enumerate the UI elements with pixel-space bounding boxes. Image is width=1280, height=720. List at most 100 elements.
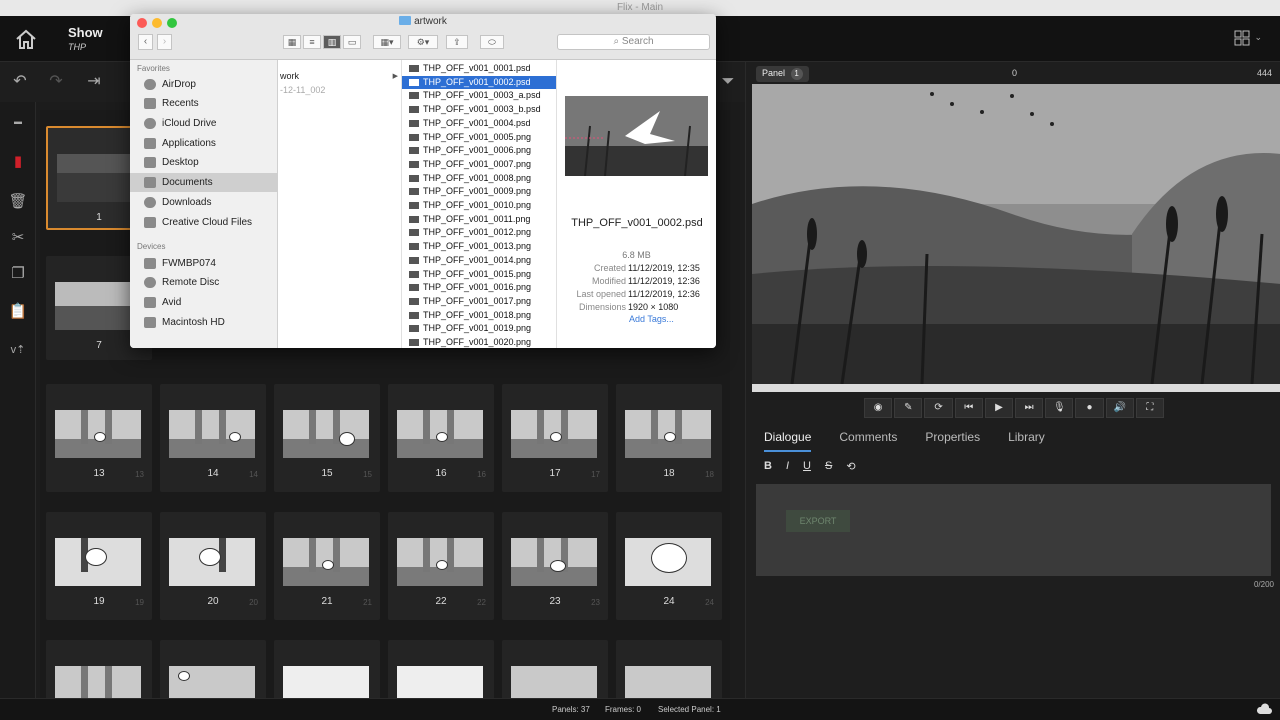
panel-cell[interactable]: 22 22 bbox=[388, 512, 494, 620]
export-button[interactable]: EXPORT bbox=[786, 510, 850, 532]
sidebar-item-remote-disc[interactable]: Remote Disc bbox=[130, 273, 278, 292]
new-panel-icon[interactable]: ▬ bbox=[8, 112, 28, 132]
file-row[interactable]: THP_OFF_v001_0003_b.psd bbox=[402, 103, 556, 117]
file-row[interactable]: THP_OFF_v001_0018.png bbox=[402, 309, 556, 323]
sidebar-item-macintosh-hd[interactable]: Macintosh HD bbox=[130, 313, 278, 332]
tab-dialogue[interactable]: Dialogue bbox=[764, 430, 812, 452]
back-button[interactable]: ‹ bbox=[138, 34, 153, 50]
column-item[interactable]: -12-11_002 bbox=[278, 84, 402, 97]
panel-cell[interactable] bbox=[616, 640, 722, 698]
sidebar-item-applications[interactable]: Applications bbox=[130, 134, 278, 153]
annotate-icon[interactable]: ◉ bbox=[864, 398, 893, 418]
italic-button[interactable]: I bbox=[786, 460, 789, 473]
trash-icon[interactable]: 🗑 bbox=[8, 192, 28, 212]
fullscreen-icon[interactable]: ⛶ bbox=[1135, 398, 1165, 418]
panel-cell[interactable]: 19 19 bbox=[46, 512, 152, 620]
skip-forward-icon[interactable]: ⏭ bbox=[1015, 398, 1044, 418]
undo-icon[interactable]: ↶ bbox=[10, 72, 30, 92]
sidebar-item-airdrop[interactable]: AirDrop bbox=[130, 75, 278, 94]
file-row[interactable]: THP_OFF_v001_0016.png bbox=[402, 281, 556, 295]
arrange-button[interactable]: ▦▾ bbox=[373, 35, 401, 49]
layout-grid-icon[interactable] bbox=[1234, 30, 1250, 46]
panel-cell[interactable] bbox=[46, 640, 152, 698]
search-input[interactable]: ⌕ Search bbox=[557, 34, 710, 50]
panel-cell[interactable] bbox=[274, 640, 380, 698]
tag-icon[interactable]: ⬭ bbox=[480, 35, 504, 49]
tab-comments[interactable]: Comments bbox=[839, 430, 897, 452]
filter-icon[interactable]: ⏷ bbox=[718, 72, 738, 92]
redo-icon[interactable]: ↷ bbox=[46, 72, 66, 92]
file-row[interactable]: THP_OFF_v001_0011.png bbox=[402, 213, 556, 227]
cloud-icon[interactable] bbox=[1256, 703, 1272, 715]
tab-properties[interactable]: Properties bbox=[925, 430, 980, 452]
file-row[interactable]: THP_OFF_v001_0012.png bbox=[402, 226, 556, 240]
panel-cell[interactable] bbox=[502, 640, 608, 698]
file-row[interactable]: THP_OFF_v001_0006.png bbox=[402, 144, 556, 158]
sidebar-item-desktop[interactable]: Desktop bbox=[130, 153, 278, 172]
mic-mute-icon[interactable]: 🎙 bbox=[1045, 398, 1074, 418]
panel-cell[interactable]: 17 17 bbox=[502, 384, 608, 492]
record-icon[interactable]: ● bbox=[1075, 398, 1104, 418]
home-icon[interactable] bbox=[14, 28, 38, 50]
file-row[interactable]: THP_OFF_v001_0020.png bbox=[402, 336, 556, 348]
panel-cell[interactable]: 18 18 bbox=[616, 384, 722, 492]
panel-cell[interactable] bbox=[388, 640, 494, 698]
panel-cell[interactable]: 23 23 bbox=[502, 512, 608, 620]
panel-cell[interactable]: 14 14 bbox=[160, 384, 266, 492]
list-view-button[interactable]: ≡ bbox=[303, 35, 321, 49]
file-row[interactable]: THP_OFF_v001_0015.png bbox=[402, 268, 556, 282]
underline-button[interactable]: U bbox=[803, 460, 811, 473]
strikethrough-button[interactable]: S bbox=[825, 460, 832, 473]
share-icon[interactable]: ⇪ bbox=[446, 35, 468, 49]
forward-button[interactable]: › bbox=[157, 34, 172, 50]
clipboard-icon[interactable]: 📋 bbox=[8, 302, 28, 322]
icon-view-button[interactable]: ▦ bbox=[283, 35, 301, 49]
skip-back-icon[interactable]: ⏮ bbox=[954, 398, 983, 418]
panel-cell[interactable]: 16 16 bbox=[388, 384, 494, 492]
file-row[interactable]: THP_OFF_v001_0004.psd bbox=[402, 117, 556, 131]
bold-button[interactable]: B bbox=[764, 460, 772, 473]
panel-cell[interactable]: 20 20 bbox=[160, 512, 266, 620]
file-row[interactable]: THP_OFF_v001_0010.png bbox=[402, 199, 556, 213]
file-row[interactable]: THP_OFF_v001_0009.png bbox=[402, 185, 556, 199]
tab-library[interactable]: Library bbox=[1008, 430, 1045, 452]
file-row[interactable]: THP_OFF_v001_0005.png bbox=[402, 131, 556, 145]
dialogue-input[interactable]: EXPORT bbox=[756, 484, 1271, 576]
play-icon[interactable]: ▶ bbox=[984, 398, 1014, 418]
sidebar-item-downloads[interactable]: Downloads bbox=[130, 193, 278, 212]
copy-icon[interactable]: ❐ bbox=[8, 264, 28, 284]
sidebar-item-avid[interactable]: Avid bbox=[130, 293, 278, 312]
timeline-scrubber[interactable] bbox=[752, 384, 1280, 392]
history-icon[interactable]: ⟲ bbox=[846, 460, 855, 473]
sidebar-item-icloud[interactable]: iCloud Drive bbox=[130, 114, 278, 133]
panel-cell[interactable] bbox=[160, 640, 266, 698]
file-row[interactable]: THP_OFF_v001_0019.png bbox=[402, 322, 556, 336]
file-row[interactable]: THP_OFF_v001_0013.png bbox=[402, 240, 556, 254]
action-gear-icon[interactable]: ⚙▾ bbox=[408, 35, 438, 49]
sidebar-item-fwmbp074[interactable]: FWMBP074 bbox=[130, 254, 278, 273]
loop-icon[interactable]: ⟳ bbox=[924, 398, 953, 418]
sidebar-item-creative-cloud[interactable]: Creative Cloud Files bbox=[130, 213, 278, 232]
volume-icon[interactable]: 🔊 bbox=[1105, 398, 1134, 418]
add-tags-link[interactable]: Add Tags... bbox=[629, 314, 674, 324]
panel-cell[interactable]: 13 13 bbox=[46, 384, 152, 492]
file-row[interactable]: THP_OFF_v001_0008.png bbox=[402, 172, 556, 186]
file-row[interactable]: THP_OFF_v001_0002.psd bbox=[402, 75, 556, 90]
file-row[interactable]: THP_OFF_v001_0014.png bbox=[402, 254, 556, 268]
chevron-down-icon[interactable]: ⌄ bbox=[1254, 32, 1262, 43]
sidebar-item-recents[interactable]: Recents bbox=[130, 94, 278, 113]
gallery-view-button[interactable]: ▭ bbox=[343, 35, 361, 49]
import-icon[interactable]: ⇥ bbox=[84, 72, 104, 92]
column-item[interactable]: work ▶ bbox=[278, 70, 402, 83]
color-marker-icon[interactable]: ▮ bbox=[8, 152, 28, 172]
file-row[interactable]: THP_OFF_v001_0017.png bbox=[402, 295, 556, 309]
file-row[interactable]: THP_OFF_v001_0007.png bbox=[402, 158, 556, 172]
panel-cell[interactable]: 15 15 bbox=[274, 384, 380, 492]
column-view-button[interactable]: ▥ bbox=[323, 35, 341, 49]
sidebar-item-documents[interactable]: Documents bbox=[130, 173, 278, 192]
panel-cell[interactable]: 21 21 bbox=[274, 512, 380, 620]
version-icon[interactable]: v⇡ bbox=[8, 340, 28, 360]
panel-cell[interactable]: 24 24 bbox=[616, 512, 722, 620]
file-row[interactable]: THP_OFF_v001_0001.psd bbox=[402, 62, 556, 76]
scissors-icon[interactable]: ✂ bbox=[8, 228, 28, 248]
